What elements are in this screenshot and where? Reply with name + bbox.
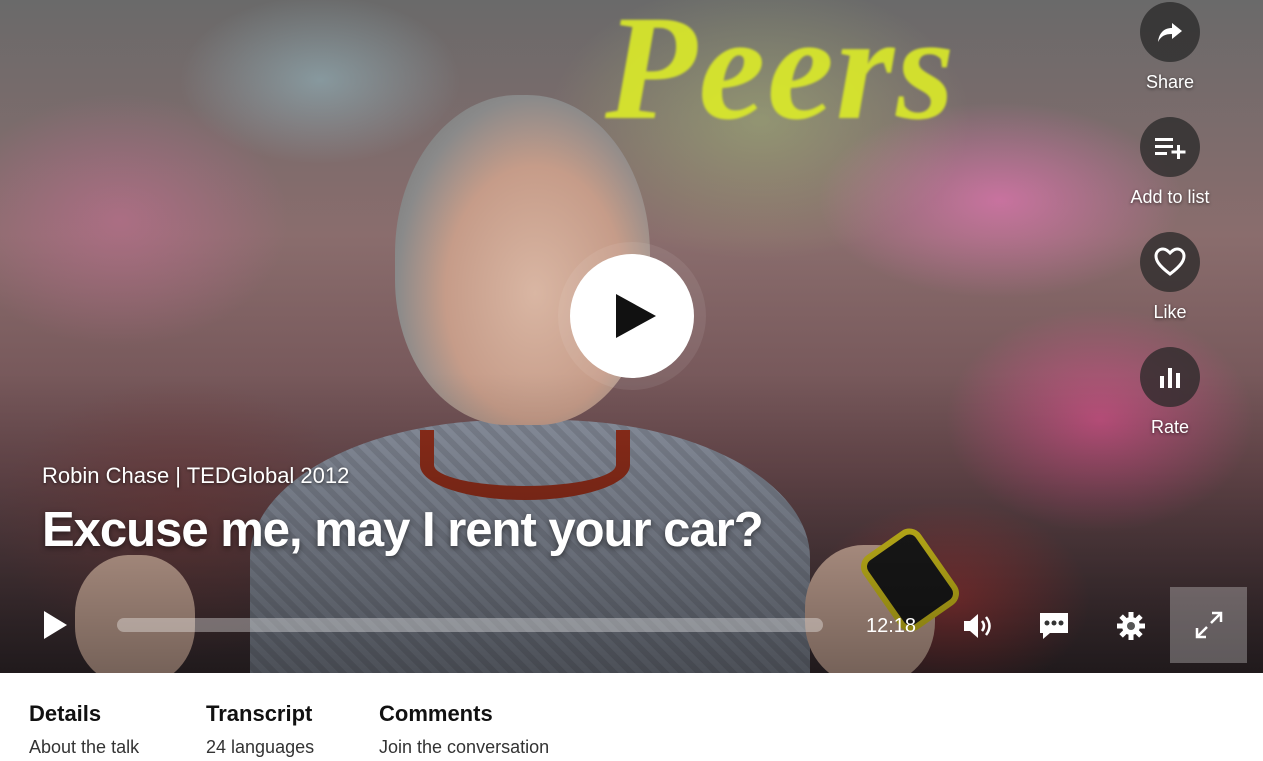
tab-comments[interactable]: Comments Join the conversation [379, 701, 549, 758]
settings-button[interactable] [1114, 609, 1148, 643]
play-icon [44, 611, 67, 639]
tab-comments-title: Comments [379, 701, 493, 726]
progress-bar[interactable] [117, 618, 823, 632]
play-icon [616, 294, 656, 338]
duration-label: 12:18 [866, 615, 917, 637]
rate-label: Rate [1150, 417, 1190, 437]
tab-transcript[interactable]: Transcript 24 languages [206, 701, 314, 758]
add-to-list-icon [1140, 117, 1200, 177]
big-play-button[interactable] [570, 254, 694, 378]
tab-details-title: Details [29, 701, 102, 726]
rate-button[interactable]: Rate [1110, 347, 1230, 462]
tab-transcript-subtitle: 24 languages [206, 737, 315, 757]
fullscreen-button[interactable] [1170, 587, 1247, 663]
talk-title: Excuse me, may I rent your car? [42, 503, 764, 557]
player-controls: 12:18 [0, 587, 1263, 665]
tab-details[interactable]: Details About the talk [29, 701, 139, 758]
talk-meta[interactable]: Robin Chase | TEDGlobal 2012 [42, 463, 349, 489]
background-slide-text: Peers [605, 0, 957, 151]
rate-icon [1140, 347, 1200, 407]
subtitles-button[interactable] [1037, 609, 1071, 643]
talk-tabs: Details About the talk Transcript 24 lan… [0, 673, 1263, 761]
share-label: Share [1145, 72, 1195, 92]
heart-icon [1140, 232, 1200, 292]
settings-icon [1117, 612, 1145, 640]
tab-details-subtitle: About the talk [29, 737, 140, 757]
add-to-list-label: Add to list [1130, 187, 1210, 207]
add-to-list-button[interactable]: Add to list [1110, 117, 1230, 232]
like-label: Like [1153, 302, 1187, 322]
tab-comments-subtitle: Join the conversation [379, 737, 550, 757]
tab-transcript-title: Transcript [206, 701, 313, 726]
volume-button[interactable] [961, 609, 995, 643]
fullscreen-icon [1195, 611, 1222, 639]
share-button[interactable]: Share [1110, 2, 1230, 117]
video-player[interactable]: Peers Share Add to list Like Rate Robin … [0, 0, 1263, 673]
share-icon [1140, 2, 1200, 62]
volume-icon [964, 614, 991, 638]
play-button[interactable] [42, 610, 68, 645]
like-button[interactable]: Like [1110, 232, 1230, 347]
action-sidebar: Share Add to list Like Rate [1110, 2, 1230, 462]
subtitles-icon [1040, 613, 1068, 639]
